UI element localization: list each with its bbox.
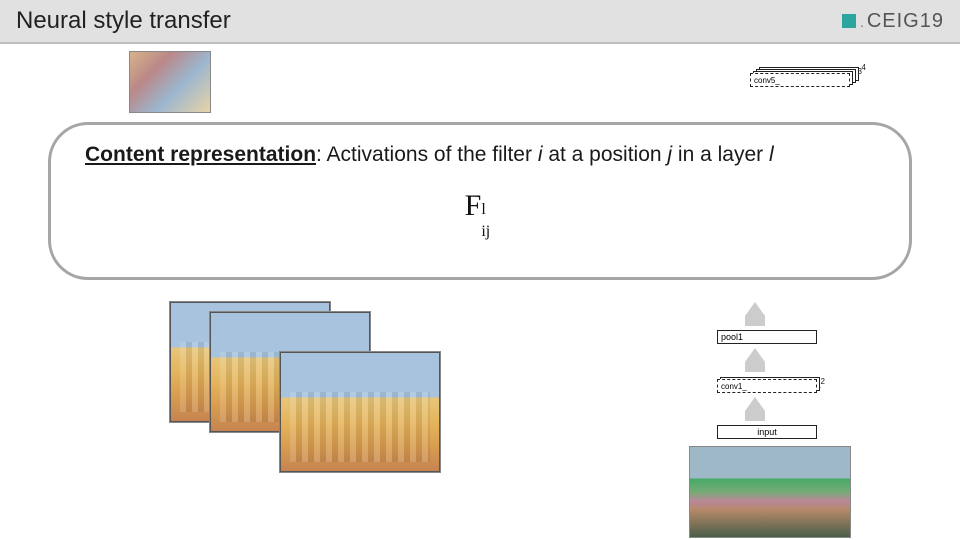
- thumb-conv1a: [280, 352, 440, 472]
- conference-logo: . CEIG 19: [842, 10, 944, 33]
- stack-idx-4: 4: [862, 63, 866, 72]
- var-l: l: [769, 143, 774, 166]
- reconstruction-thumbs: [130, 52, 590, 512]
- input-image-thumb: [690, 447, 850, 537]
- stack-idx-2: 2: [821, 377, 825, 386]
- formula-F: F: [465, 189, 482, 222]
- arrow-body: [745, 316, 765, 326]
- arrow-body: [745, 411, 765, 421]
- arrow-up-icon: [745, 348, 765, 362]
- thumb-conv5: [130, 52, 210, 112]
- conv1-label: conv1_: [717, 379, 817, 393]
- arrow-up-icon: [745, 302, 765, 316]
- callout-heading: Content representation: [85, 143, 316, 166]
- input-box: input: [717, 425, 817, 439]
- callout-text-2: at a position: [542, 143, 667, 166]
- logo-name: CEIG: [867, 10, 920, 33]
- callout-sentence: Content representation: Activations of t…: [85, 143, 883, 167]
- conv1-stack: conv1_ 1 2: [717, 371, 837, 393]
- conv5-stack: conv5_ 1 2 3 4: [750, 65, 870, 87]
- logo-icon: [842, 14, 856, 28]
- formula: F l ij: [85, 189, 883, 223]
- callout-text-3: in a layer: [672, 143, 769, 166]
- input-label: input: [757, 427, 777, 437]
- formula-sub: ij: [481, 223, 490, 241]
- formula-sup: l: [481, 201, 485, 219]
- arrow-up-icon: [745, 397, 765, 411]
- pool1-label: pool1: [721, 332, 743, 342]
- conv5-label: conv5_: [750, 73, 850, 87]
- title-bar: Neural style transfer . CEIG 19: [0, 0, 960, 44]
- logo-year: 19: [920, 10, 944, 33]
- callout-text-1: : Activations of the filter: [316, 143, 538, 166]
- logo-text: . CEIG 19: [860, 10, 944, 33]
- page-title: Neural style transfer: [16, 7, 231, 35]
- pool1-box: pool1: [717, 330, 817, 344]
- content-representation-callout: Content representation: Activations of t…: [48, 122, 912, 280]
